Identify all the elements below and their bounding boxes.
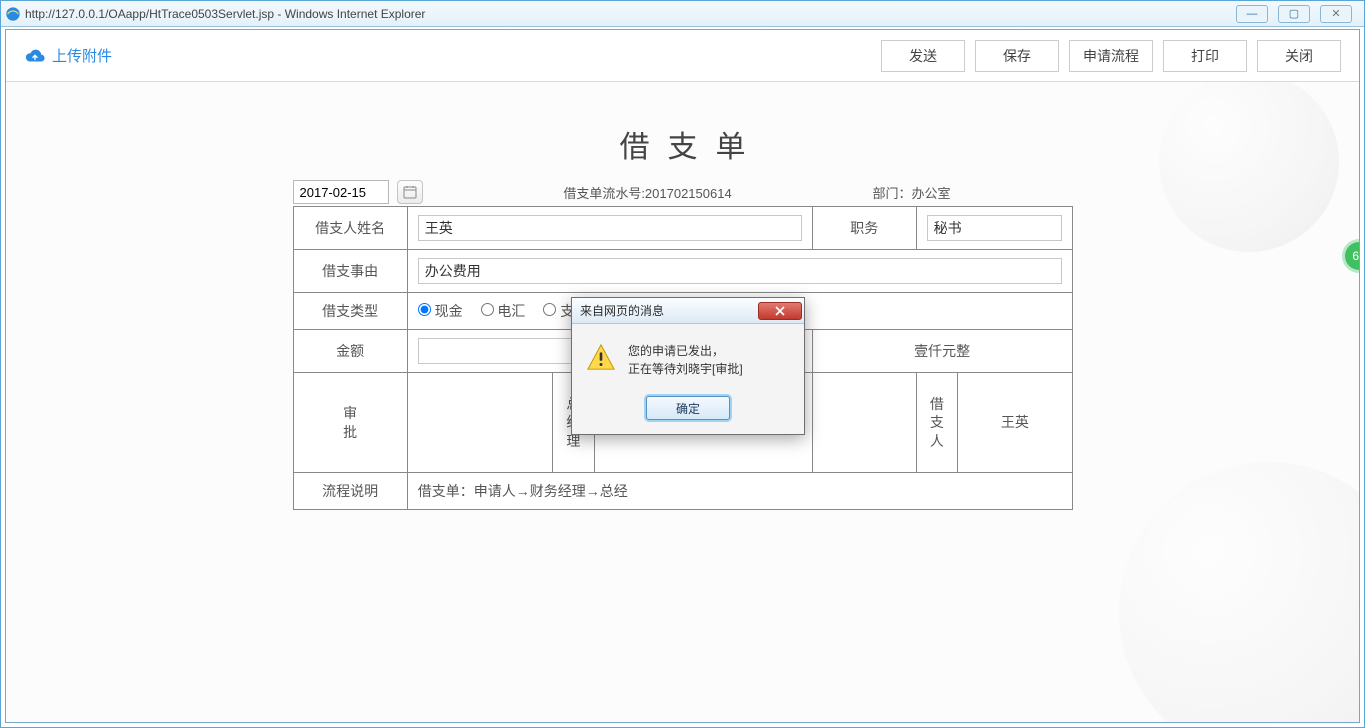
page-toolbar: 上传附件 发送 保存 申请流程 打印 关闭 <box>6 30 1359 82</box>
position-input[interactable] <box>927 215 1062 241</box>
label-borrower: 借 支 人 <box>916 373 958 473</box>
cloud-upload-icon <box>24 48 46 64</box>
send-button[interactable]: 发送 <box>881 40 965 72</box>
label-amount: 金额 <box>293 330 407 373</box>
dialog-close-button[interactable] <box>758 302 802 320</box>
flow-description: 借支单：申请人→财务经理→总经 <box>407 473 1072 510</box>
amount-chinese: 壹仟元整 <box>812 330 1072 373</box>
window-maximize-button[interactable]: ▢ <box>1278 5 1310 23</box>
approval-cell-mid <box>812 373 916 473</box>
approval-cell-1 <box>407 373 552 473</box>
label-approval: 审 批 <box>293 373 407 473</box>
alert-dialog: 来自网页的消息 您的申请已发出， 正在等待刘晓宇[审批] 确定 <box>571 297 805 435</box>
ie-icon <box>5 6 21 22</box>
window-close-button[interactable]: ✕ <box>1320 5 1352 23</box>
upload-attachment-link[interactable]: 上传附件 <box>24 45 112 66</box>
dialog-title: 来自网页的消息 <box>580 302 758 319</box>
apply-flow-button[interactable]: 申请流程 <box>1069 40 1153 72</box>
print-button[interactable]: 打印 <box>1163 40 1247 72</box>
form-title: 借支单 <box>293 122 1073 166</box>
date-input[interactable] <box>293 180 389 204</box>
radio-cash[interactable]: 现金 <box>418 303 463 319</box>
label-borrower-name: 借支人姓名 <box>293 207 407 250</box>
reason-input[interactable] <box>418 258 1062 284</box>
save-button[interactable]: 保存 <box>975 40 1059 72</box>
label-type: 借支类型 <box>293 293 407 330</box>
window-title: http://127.0.0.1/OAapp/HtTrace0503Servle… <box>25 7 1236 21</box>
label-reason: 借支事由 <box>293 250 407 293</box>
upload-attachment-label: 上传附件 <box>52 45 112 66</box>
window-minimize-button[interactable]: — <box>1236 5 1268 23</box>
decorative-shape <box>1159 82 1339 252</box>
dialog-message-line1: 您的申请已发出， <box>628 342 743 360</box>
calendar-button[interactable] <box>397 180 423 204</box>
serial-number: 借支单流水号:201702150614 <box>423 183 873 202</box>
close-icon <box>774 306 786 316</box>
calendar-icon <box>403 185 417 199</box>
borrower-sign: 王英 <box>958 373 1072 473</box>
department: 部门：办公室 <box>873 183 1073 202</box>
label-position: 职务 <box>812 207 916 250</box>
dialog-message-line2: 正在等待刘晓宇[审批] <box>628 360 743 378</box>
radio-wire[interactable]: 电汇 <box>481 303 526 319</box>
dialog-ok-button[interactable]: 确定 <box>646 396 730 420</box>
borrower-name-input[interactable] <box>418 215 802 241</box>
side-badge[interactable]: 63 <box>1345 242 1359 270</box>
label-flow: 流程说明 <box>293 473 407 510</box>
warning-icon <box>586 342 616 372</box>
window-titlebar: http://127.0.0.1/OAapp/HtTrace0503Servle… <box>1 1 1364 27</box>
close-button[interactable]: 关闭 <box>1257 40 1341 72</box>
decorative-shape <box>1119 462 1359 722</box>
